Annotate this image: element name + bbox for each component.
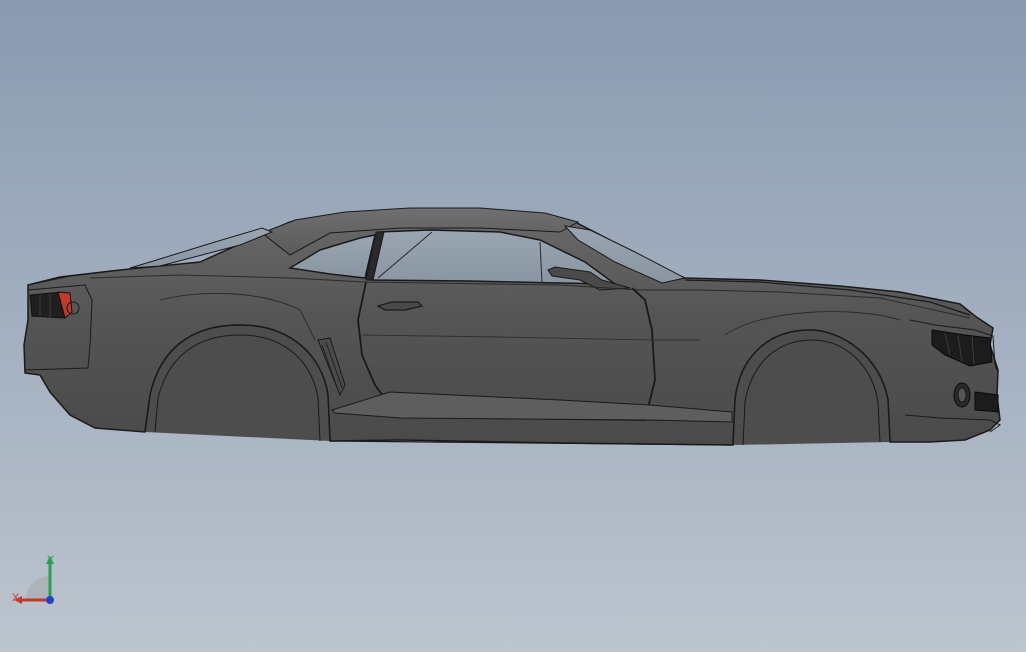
coordinate-triad: Y X (12, 554, 55, 604)
car-body-model[interactable] (0, 0, 1026, 652)
x-axis-label: X (12, 592, 20, 604)
triad-quadrant (26, 576, 50, 600)
y-axis-label: Y (47, 554, 55, 566)
graphics-viewport[interactable]: Y X (0, 0, 1026, 652)
z-axis-dot (46, 596, 54, 604)
